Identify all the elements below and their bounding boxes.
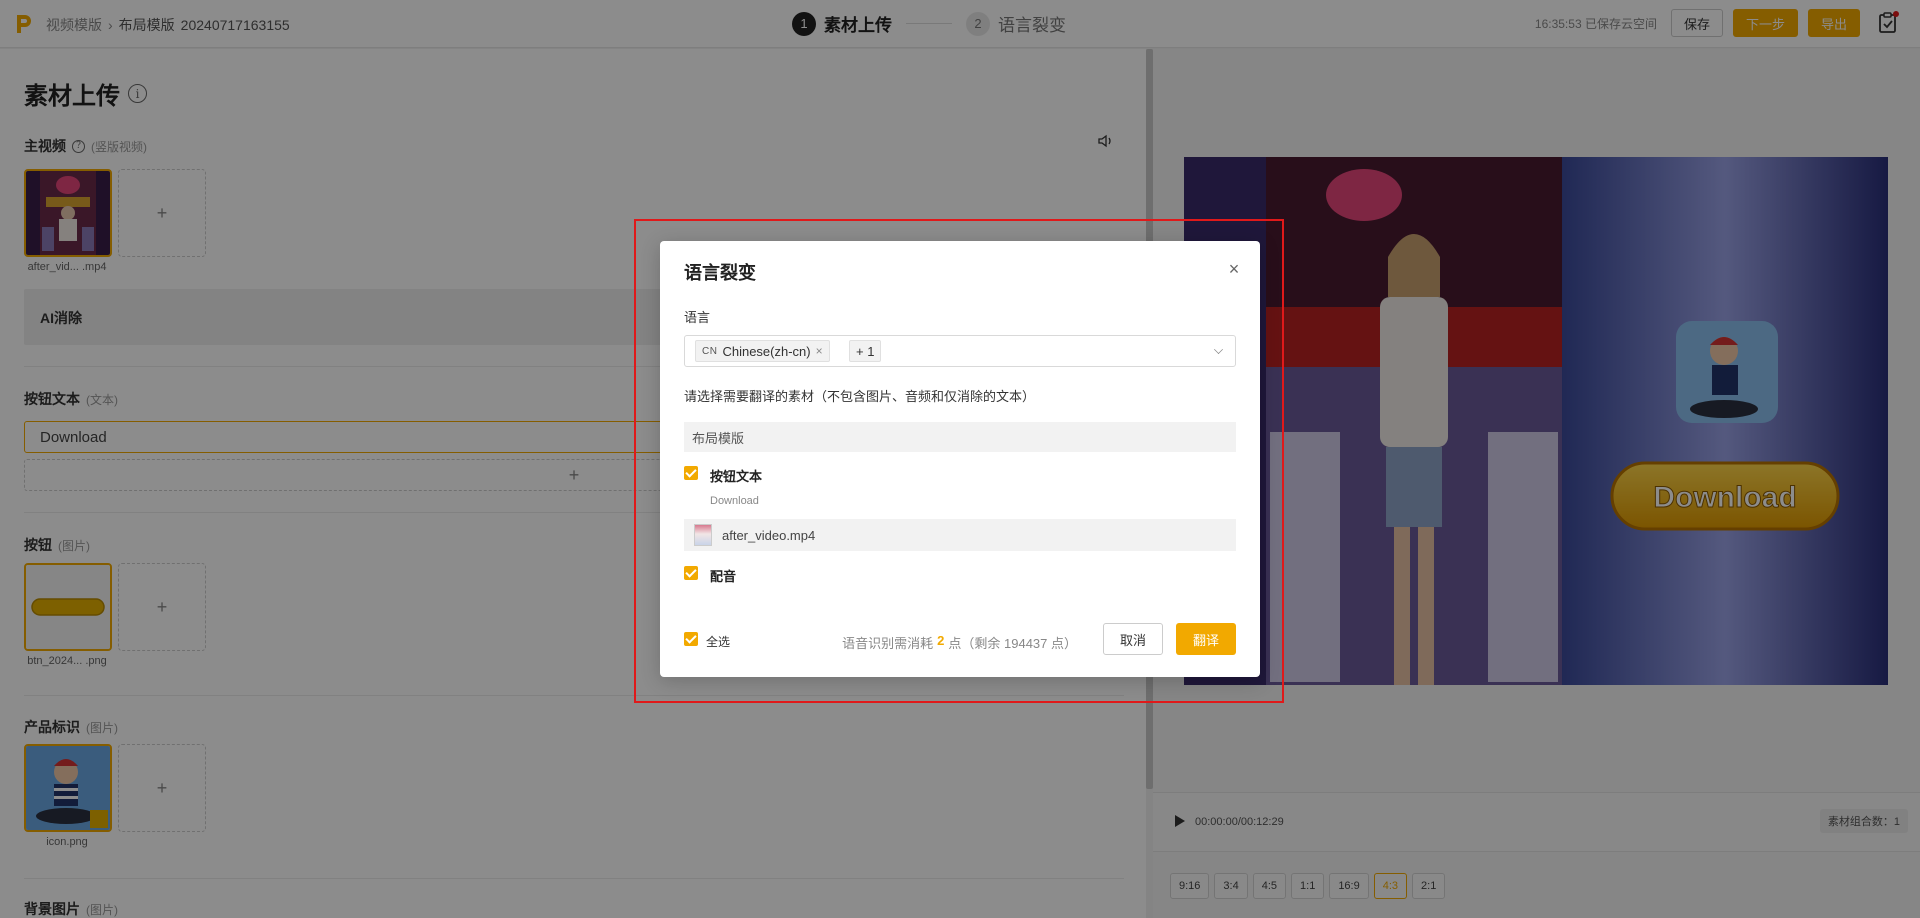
- button-text-item: 按钮文本: [710, 469, 763, 484]
- dubbing-checkbox[interactable]: [684, 566, 698, 580]
- select-all-checkbox[interactable]: [684, 632, 698, 646]
- select-all-label: 全选: [706, 635, 731, 649]
- button-text-value: Download: [710, 495, 759, 507]
- language-tag-text: Chinese(zh-cn): [722, 343, 811, 359]
- translate-button[interactable]: 翻译: [1176, 623, 1236, 655]
- instruction-text: 请选择需要翻译的素材（不包含图片、音频和仅消除的文本）: [684, 389, 1036, 404]
- close-icon[interactable]: ×: [1226, 260, 1242, 278]
- cn-flag-icon: CN: [702, 345, 718, 357]
- dubbing-item: 配音: [710, 569, 737, 584]
- chevron-down-icon[interactable]: [1214, 345, 1223, 354]
- language-tag: CN Chinese(zh-cn) ×: [695, 340, 830, 362]
- button-text-checkbox[interactable]: [684, 466, 698, 480]
- language-select[interactable]: CN Chinese(zh-cn) × + 1: [684, 335, 1236, 367]
- cost-value: 2: [937, 633, 945, 648]
- cost-suffix: 点（剩余 194437 点）: [948, 636, 1077, 651]
- cost-note: 语音识别需消耗 2 点（剩余 194437 点）: [842, 633, 1077, 652]
- remove-tag-icon[interactable]: ×: [816, 344, 823, 358]
- more-languages-tag[interactable]: + 1: [849, 340, 882, 362]
- language-fission-dialog: 语言裂变 × 语言 CN Chinese(zh-cn) × + 1 请选择需要翻…: [660, 241, 1260, 677]
- video-file-name: after_video.mp4: [722, 527, 816, 543]
- video-thumbnail: [694, 524, 712, 546]
- language-label: 语言: [684, 310, 711, 325]
- cancel-button[interactable]: 取消: [1103, 623, 1163, 655]
- layout-template-group: 布局模版: [684, 422, 1236, 452]
- video-file-row: after_video.mp4: [684, 519, 1236, 551]
- cost-prefix: 语音识别需消耗: [842, 636, 934, 651]
- dialog-title: 语言裂变: [684, 263, 756, 283]
